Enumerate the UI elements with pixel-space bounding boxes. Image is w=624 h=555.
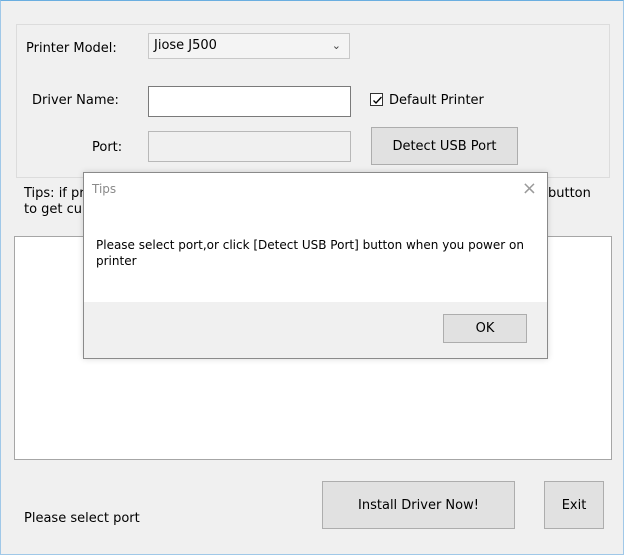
tips-text-right: button [548,186,591,201]
driver-name-input[interactable] [148,86,351,117]
tips-dialog: Tips × Please select port,or click [Dete… [83,172,548,359]
port-label: Port: [92,140,123,155]
dialog-message-line-2: printer [96,254,137,268]
printer-model-value: Jiose J500 [154,38,217,53]
ok-button[interactable]: OK [443,314,527,343]
status-text: Please select port [24,511,140,526]
exit-button[interactable]: Exit [544,481,604,529]
install-driver-button[interactable]: Install Driver Now! [322,481,515,529]
dialog-title: Tips [92,182,117,196]
dialog-footer: OK [84,302,547,358]
driver-name-label: Driver Name: [32,93,119,108]
checkmark-icon [373,96,382,104]
dialog-message: Please select port,or click [Detect USB … [96,237,536,269]
printer-model-label: Printer Model: [26,41,117,56]
default-printer-label: Default Printer [389,93,484,108]
chevron-down-icon: ⌄ [331,39,341,52]
default-printer-checkbox[interactable] [370,93,383,106]
close-icon[interactable]: × [522,178,537,199]
printer-model-select[interactable]: Jiose J500 ⌄ [148,33,350,59]
port-input[interactable] [148,131,351,162]
dialog-message-line-1: Please select port,or click [Detect USB … [96,238,524,252]
detect-usb-port-button[interactable]: Detect USB Port [371,127,518,165]
